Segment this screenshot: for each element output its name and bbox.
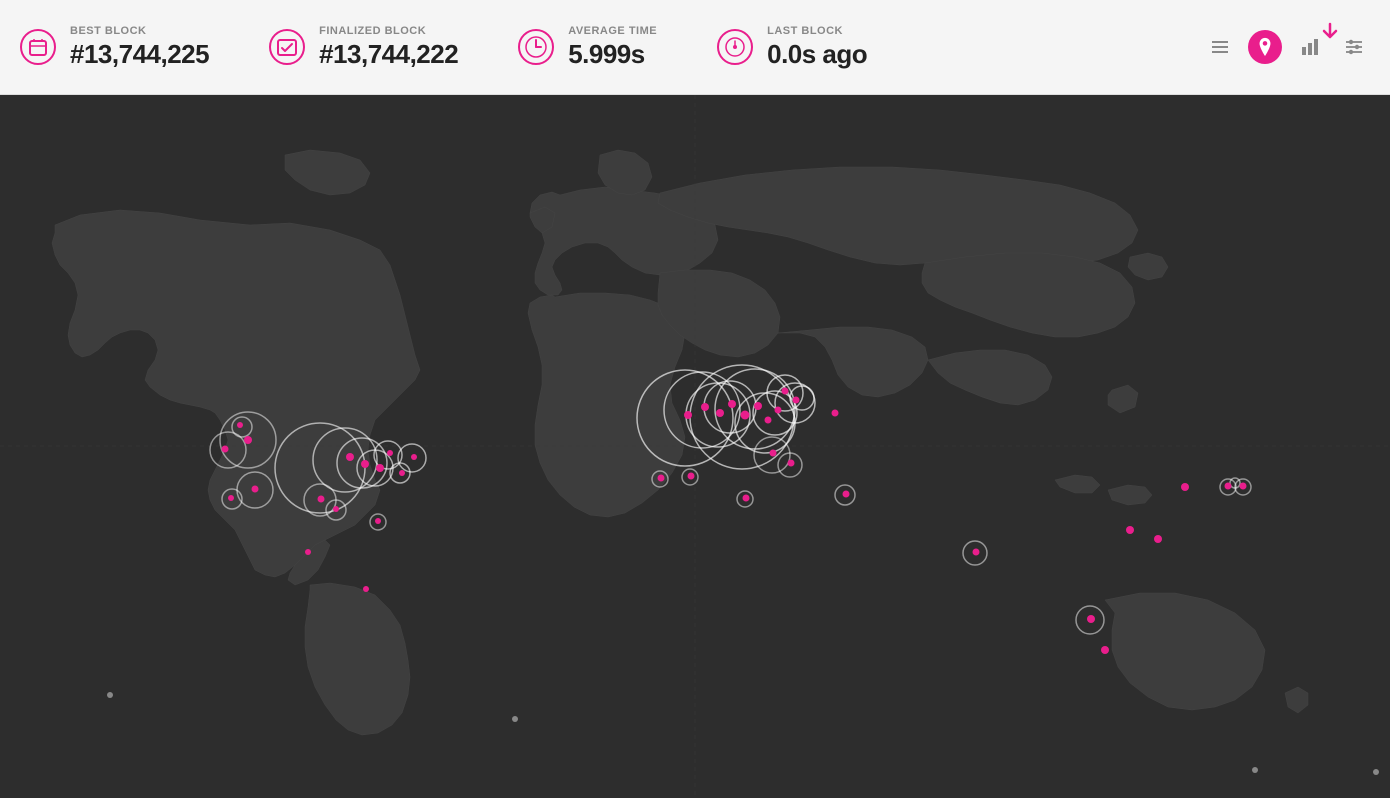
best-block-value: #13,744,225 xyxy=(70,39,209,70)
finalized-block-value: #13,744,222 xyxy=(319,39,458,70)
average-time-label: AVERAGE TIME xyxy=(568,25,657,37)
last-block-stat: LAST BLOCK 0.0s ago xyxy=(717,25,867,70)
last-block-label: LAST BLOCK xyxy=(767,25,867,37)
chart-view-button[interactable] xyxy=(1294,31,1326,63)
finalized-block-label: FINALIZED BLOCK xyxy=(319,25,458,37)
settings-button[interactable] xyxy=(1338,31,1370,63)
finalized-block-stat: FINALIZED BLOCK #13,744,222 xyxy=(269,25,458,70)
world-map-container xyxy=(0,95,1390,798)
average-time-value: 5.999s xyxy=(568,39,657,70)
last-block-icon xyxy=(717,29,753,65)
best-block-stat: BEST BLOCK #13,744,225 xyxy=(20,25,209,70)
best-block-label: BEST BLOCK xyxy=(70,25,209,37)
list-view-button[interactable] xyxy=(1204,31,1236,63)
header-tools xyxy=(1204,30,1370,64)
header: BEST BLOCK #13,744,225 FINALIZED BLOCK #… xyxy=(0,0,1390,95)
best-block-icon xyxy=(20,29,56,65)
average-time-stat: AVERAGE TIME 5.999s xyxy=(518,25,657,70)
last-block-value: 0.0s ago xyxy=(767,39,867,70)
average-time-icon xyxy=(518,29,554,65)
finalized-block-icon xyxy=(269,29,305,65)
world-map-svg xyxy=(0,95,1390,798)
map-view-button[interactable] xyxy=(1248,30,1282,64)
